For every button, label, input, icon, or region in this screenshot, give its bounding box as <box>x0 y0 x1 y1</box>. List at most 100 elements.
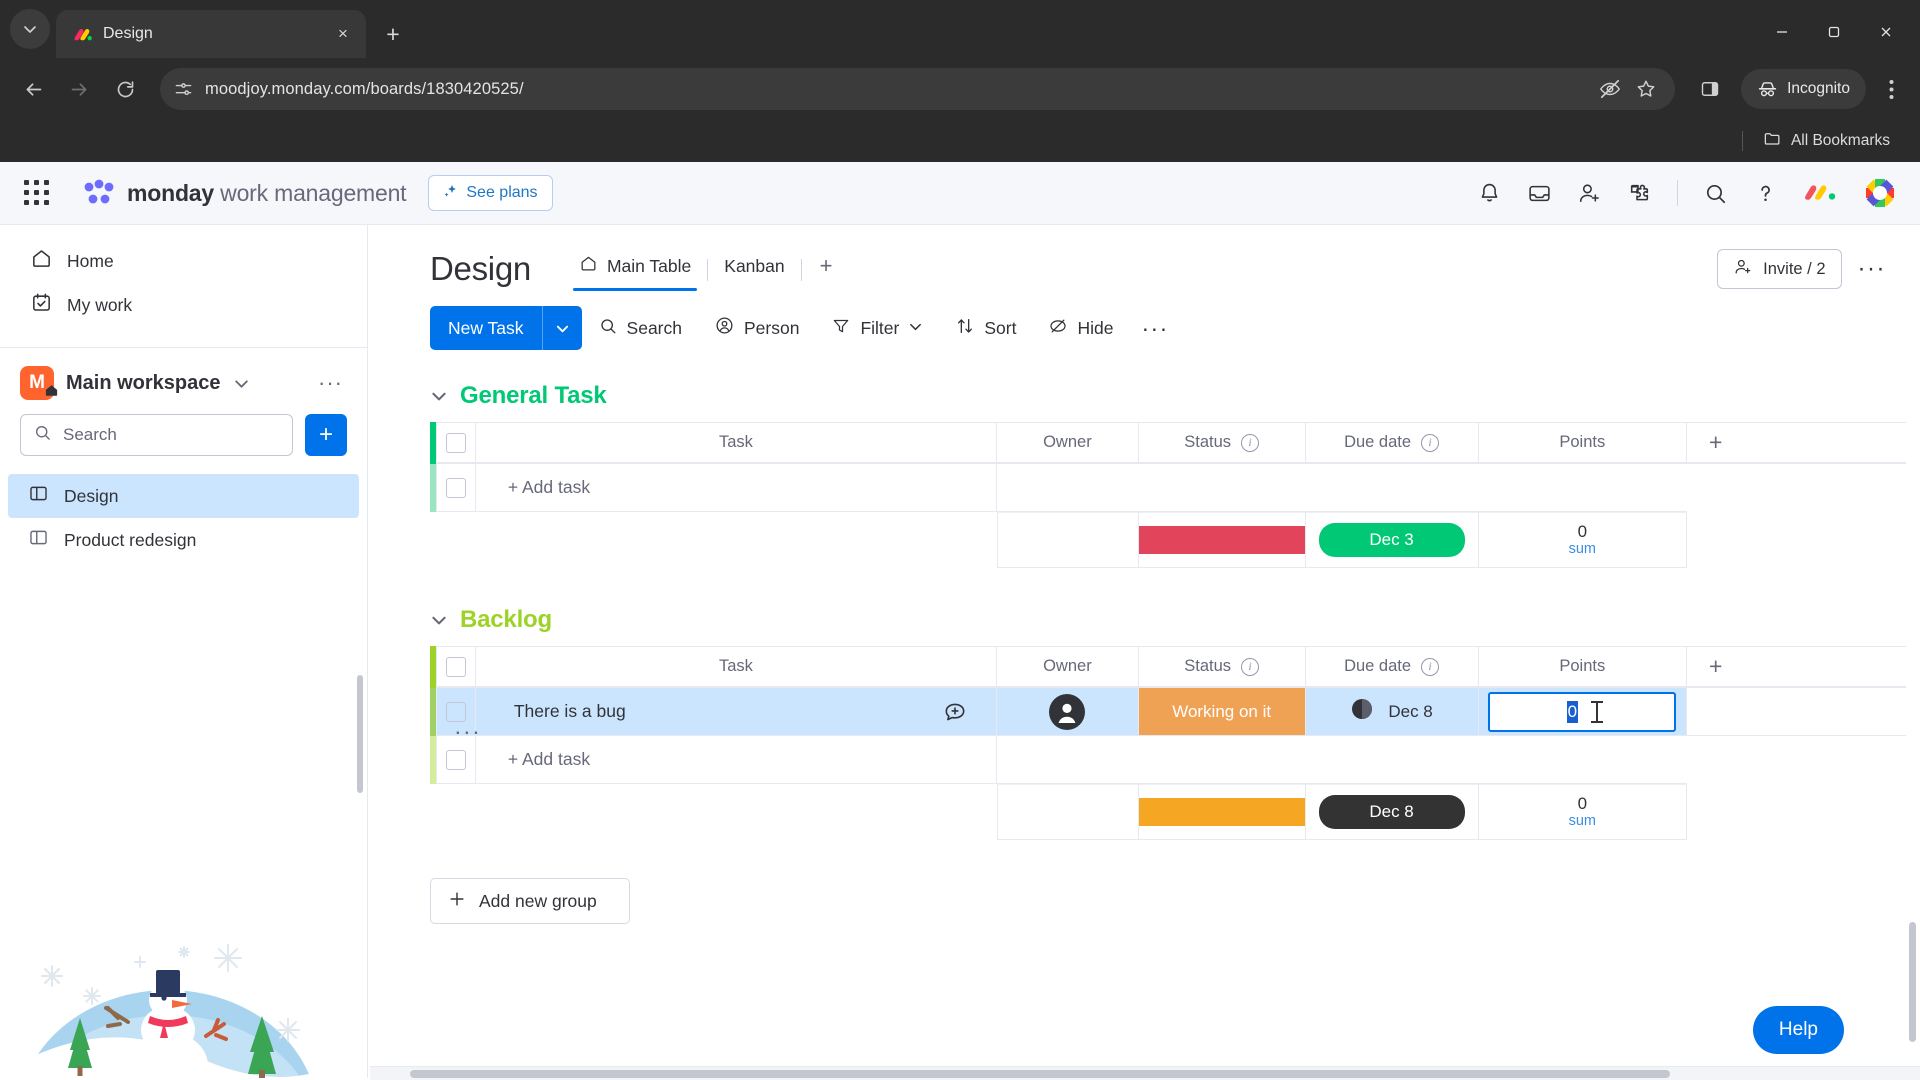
toolbar-filter-button[interactable]: Filter <box>815 308 939 348</box>
board-vertical-scrollbar[interactable] <box>1909 922 1916 1042</box>
column-header-points[interactable]: Points <box>1478 646 1688 688</box>
owner-cell[interactable] <box>997 688 1139 736</box>
board-more-menu[interactable]: ··· <box>1858 255 1892 283</box>
workspace-selector[interactable]: M Main workspace ··· <box>0 348 367 408</box>
chevron-down-icon[interactable] <box>430 387 448 405</box>
add-conversation-icon[interactable] <box>942 699 996 725</box>
sidebar-item-my-work[interactable]: My work <box>16 283 351 327</box>
help-question-icon[interactable] <box>1753 181 1778 206</box>
invite-button[interactable]: Invite / 2 <box>1717 249 1842 289</box>
sidebar-item-home[interactable]: Home <box>16 239 351 283</box>
add-view-button[interactable]: + <box>802 247 851 292</box>
status-cell[interactable]: Working on it <box>1138 688 1306 736</box>
toolbar-search-button[interactable]: Search <box>582 308 698 348</box>
back-button[interactable] <box>12 68 54 110</box>
toolbar-hide-button[interactable]: Hide <box>1032 308 1129 348</box>
reload-button[interactable] <box>104 68 146 110</box>
all-bookmarks-button[interactable]: All Bookmarks <box>1755 125 1898 157</box>
info-icon[interactable]: i <box>1241 657 1260 676</box>
apps-grid-icon[interactable] <box>22 178 52 208</box>
column-header-due-date[interactable]: Due date i <box>1305 422 1479 464</box>
sidebar-item-product-redesign[interactable]: Product redesign <box>8 518 359 562</box>
info-icon[interactable]: i <box>1421 433 1440 452</box>
chevron-down-icon[interactable] <box>908 318 923 339</box>
close-window-icon[interactable] <box>1860 12 1912 52</box>
toolbar-sort-button[interactable]: Sort <box>939 308 1032 348</box>
tab-main-table[interactable]: Main Table <box>563 248 707 291</box>
browser-tab[interactable]: Design × <box>56 10 366 58</box>
add-task-label[interactable]: + Add task <box>475 736 998 784</box>
notifications-bell-icon[interactable] <box>1477 181 1502 206</box>
summary-date[interactable]: Dec 8 <box>1305 784 1479 840</box>
minimize-icon[interactable] <box>1756 12 1808 52</box>
column-header-task[interactable]: Task <box>475 422 998 464</box>
see-plans-button[interactable]: See plans <box>428 175 553 211</box>
table-row[interactable]: There is a bug Working on it Dec 8 0 <box>430 688 1906 736</box>
toolbar-person-button[interactable]: Person <box>698 308 815 348</box>
add-task-label[interactable]: + Add task <box>475 464 998 512</box>
group-title[interactable]: Backlog <box>460 606 552 634</box>
avatar[interactable] <box>1049 693 1086 730</box>
add-board-button[interactable]: + <box>305 414 347 456</box>
info-icon[interactable]: i <box>1241 433 1260 452</box>
column-header-task[interactable]: Task <box>475 646 998 688</box>
summary-points[interactable]: 0 sum <box>1478 512 1688 568</box>
forward-button[interactable] <box>58 68 100 110</box>
summary-points[interactable]: 0 sum <box>1478 784 1688 840</box>
maximize-icon[interactable] <box>1808 12 1860 52</box>
column-header-status[interactable]: Status i <box>1138 646 1306 688</box>
inbox-icon[interactable] <box>1527 181 1552 206</box>
add-column-button[interactable]: + <box>1687 646 1906 688</box>
row-context-menu[interactable]: ··· <box>454 718 481 745</box>
hidden-eye-icon[interactable] <box>1599 78 1621 100</box>
group-title[interactable]: General Task <box>460 382 607 410</box>
summary-status[interactable] <box>1138 784 1306 840</box>
search-icon[interactable] <box>1703 181 1728 206</box>
column-header-status[interactable]: Status i <box>1138 422 1306 464</box>
help-button[interactable]: Help <box>1752 1006 1844 1054</box>
avatar[interactable] <box>1862 175 1898 211</box>
bookmark-star-icon[interactable] <box>1635 78 1657 100</box>
row-checkbox-cell[interactable] <box>436 464 476 512</box>
select-all-header[interactable] <box>436 646 476 688</box>
new-tab-button[interactable]: + <box>376 17 410 51</box>
horizontal-scrollbar-thumb[interactable] <box>410 1070 1670 1078</box>
chevron-down-icon[interactable] <box>543 306 582 350</box>
info-icon[interactable]: i <box>1421 657 1440 676</box>
monday-brand[interactable]: monday work management <box>82 178 407 208</box>
select-all-header[interactable] <box>436 422 476 464</box>
monday-logo-icon[interactable] <box>1803 176 1837 210</box>
add-task-row[interactable]: + Add task <box>430 736 1906 784</box>
workspace-more-menu[interactable]: ··· <box>318 370 343 396</box>
points-cell[interactable]: 0 <box>1478 688 1688 736</box>
column-header-owner[interactable]: Owner <box>997 422 1139 464</box>
sidebar-scrollbar[interactable] <box>357 675 363 793</box>
three-dot-menu-icon[interactable] <box>1874 68 1908 110</box>
due-date-cell[interactable]: Dec 8 <box>1305 688 1479 736</box>
task-name-cell[interactable]: There is a bug <box>475 688 998 736</box>
tab-search-chevron-icon[interactable] <box>10 9 50 49</box>
column-header-points[interactable]: Points <box>1478 422 1688 464</box>
toolbar-more-menu[interactable]: ··· <box>1129 315 1180 342</box>
add-column-button[interactable]: + <box>1687 422 1906 464</box>
checkbox[interactable] <box>446 477 467 498</box>
column-header-owner[interactable]: Owner <box>997 646 1139 688</box>
tab-kanban[interactable]: Kanban <box>708 250 800 290</box>
invite-members-icon[interactable] <box>1577 181 1602 206</box>
address-bar[interactable]: moodjoy.monday.com/boards/1830420525/ <box>160 68 1676 110</box>
sidebar-item-design[interactable]: Design <box>8 474 359 518</box>
search-input[interactable]: Search <box>20 414 293 456</box>
chevron-down-icon[interactable] <box>430 611 448 629</box>
column-header-due-date[interactable]: Due date i <box>1305 646 1479 688</box>
chevron-down-icon[interactable] <box>233 375 250 392</box>
add-task-row[interactable]: + Add task <box>430 464 1906 512</box>
new-task-button[interactable]: New Task <box>430 306 582 350</box>
summary-status[interactable] <box>1138 512 1306 568</box>
checkbox[interactable] <box>446 432 467 453</box>
points-input[interactable]: 0 <box>1488 691 1677 732</box>
add-new-group-button[interactable]: Add new group <box>430 878 630 924</box>
incognito-profile-button[interactable]: Incognito <box>1741 69 1866 109</box>
side-panel-icon[interactable] <box>1689 68 1731 110</box>
page-settings-icon[interactable] <box>174 80 193 99</box>
summary-date[interactable]: Dec 3 <box>1305 512 1479 568</box>
